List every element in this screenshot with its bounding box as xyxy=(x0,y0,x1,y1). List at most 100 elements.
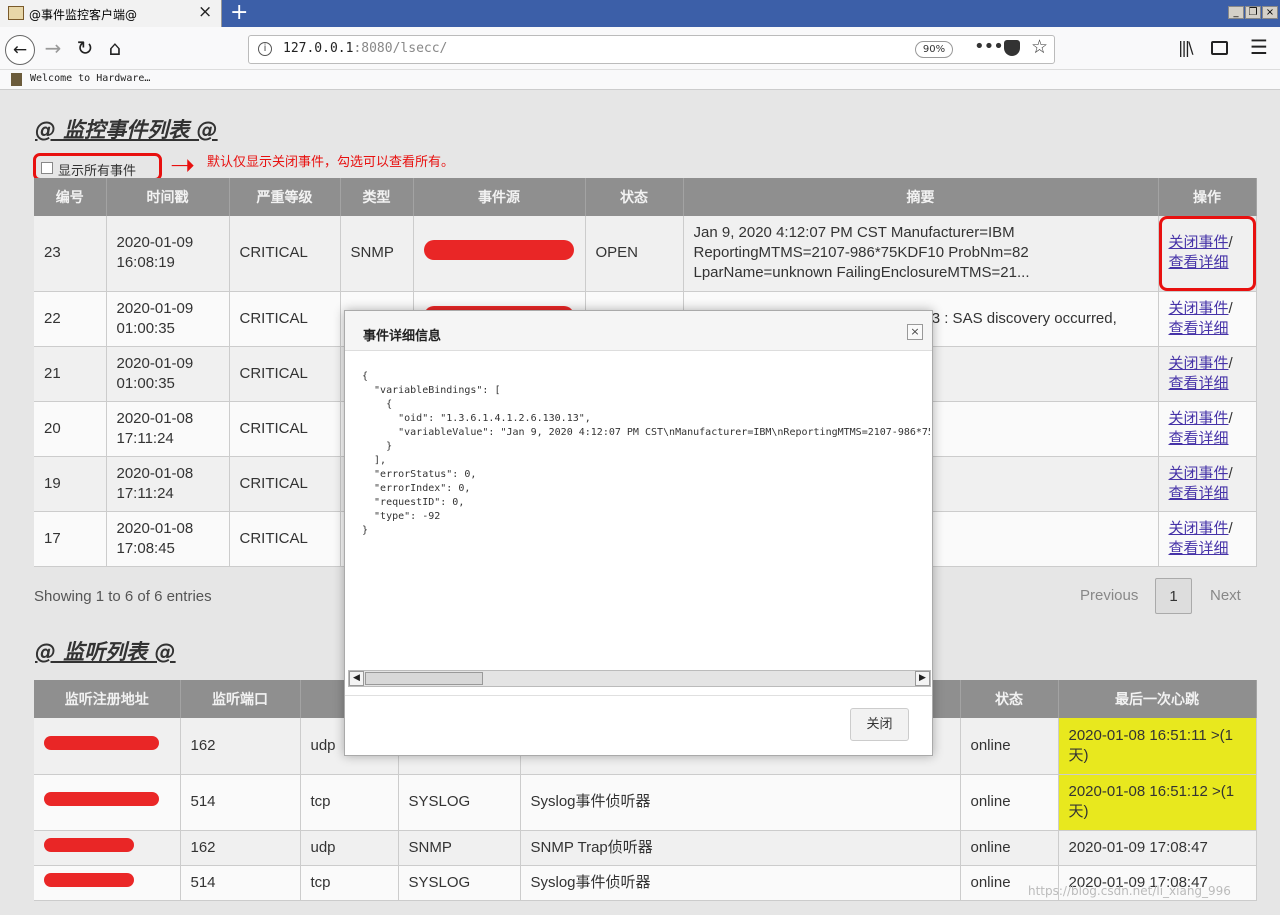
listeners-col-header[interactable]: 最后一次心跳 xyxy=(1058,680,1257,718)
event-timestamp: 2020-01-09 01:00:35 xyxy=(106,291,230,347)
events-col-header[interactable]: 状态 xyxy=(585,178,684,216)
view-detail-link[interactable]: 查看详细 xyxy=(1169,485,1229,502)
action-separator: / xyxy=(1228,299,1233,317)
url-text[interactable]: 127.0.0.1:8080/lsecc/ xyxy=(283,41,447,56)
event-time: 16:08:19 xyxy=(116,254,175,272)
url-bar[interactable]: i 127.0.0.1:8080/lsecc/ 90% ••• ☆ xyxy=(248,35,1055,64)
tab-bar: @事件监控客户端@ × + _ ❐ × xyxy=(0,0,1280,27)
event-id: 17 xyxy=(34,511,107,567)
view-detail-link[interactable]: 查看详细 xyxy=(1169,320,1229,337)
scroll-thumb[interactable] xyxy=(365,672,483,685)
library-icon[interactable]: |||\ xyxy=(1178,38,1194,57)
event-date: 2020-01-09 xyxy=(116,354,194,372)
close-event-link[interactable]: 关闭事件 xyxy=(1169,300,1229,317)
event-detail-modal: 事件详细信息 × { "variableBindings": [ { "oid"… xyxy=(344,310,933,756)
window-controls: _ ❐ × xyxy=(1227,0,1278,19)
event-timestamp: 2020-01-08 17:08:45 xyxy=(106,511,230,567)
info-icon[interactable]: i xyxy=(258,42,272,56)
action-separator: / xyxy=(1228,519,1233,537)
hamburger-menu-icon[interactable]: ☰ xyxy=(1250,35,1268,59)
tab-close-icon[interactable]: × xyxy=(198,2,212,22)
bookmarks-bar: Welcome to Hardware… xyxy=(0,70,1280,90)
restore-button[interactable]: ❐ xyxy=(1245,6,1261,19)
minimize-button[interactable]: _ xyxy=(1228,6,1244,19)
events-col-header[interactable]: 类型 xyxy=(340,178,414,216)
listener-protocol: tcp xyxy=(300,774,399,831)
view-detail-link[interactable]: 查看详细 xyxy=(1169,540,1229,557)
pocket-icon[interactable] xyxy=(1004,40,1020,56)
event-time: 17:11:24 xyxy=(116,484,174,502)
bookmark-star-icon[interactable]: ☆ xyxy=(1031,36,1048,58)
events-col-header[interactable]: 编号 xyxy=(34,178,107,216)
event-actions: 关闭事件/ 查看详细 xyxy=(1158,346,1257,402)
event-actions: 关闭事件/ 查看详细 xyxy=(1158,291,1257,347)
bookmark-item[interactable]: Welcome to Hardware… xyxy=(30,73,150,84)
action-separator: / xyxy=(1228,409,1233,427)
url-host: 127.0.0.1 xyxy=(283,41,354,56)
listener-port: 514 xyxy=(180,774,301,831)
events-col-header[interactable]: 事件源 xyxy=(413,178,586,216)
listeners-col-header[interactable]: 监听端口 xyxy=(180,680,301,718)
event-source xyxy=(413,216,586,292)
close-event-link[interactable]: 关闭事件 xyxy=(1169,410,1229,427)
event-severity: CRITICAL xyxy=(229,511,341,567)
listeners-col-header[interactable]: 状态 xyxy=(960,680,1059,718)
event-actions: 关闭事件/ 查看详细 xyxy=(1158,456,1257,512)
modal-close-button[interactable]: 关闭 xyxy=(850,708,909,741)
modal-close-icon[interactable]: × xyxy=(907,324,923,340)
red-arrow-icon: ➝ xyxy=(170,148,196,183)
event-id: 21 xyxy=(34,346,107,402)
zoom-level[interactable]: 90% xyxy=(915,41,953,58)
reload-icon[interactable]: ↻ xyxy=(72,36,98,62)
next-page-button[interactable]: Next xyxy=(1210,578,1241,614)
browser-tab[interactable]: @事件监控客户端@ × xyxy=(0,0,222,27)
close-event-link[interactable]: 关闭事件 xyxy=(1169,520,1229,537)
event-summary: Jan 9, 2020 4:12:07 PM CST Manufacturer=… xyxy=(693,224,1030,282)
event-severity: CRITICAL xyxy=(229,291,341,347)
listeners-col-header[interactable]: 监听注册地址 xyxy=(34,680,181,718)
view-detail-link[interactable]: 查看详细 xyxy=(1169,430,1229,447)
page-actions-icon[interactable]: ••• xyxy=(974,36,1004,57)
page-1-button[interactable]: 1 xyxy=(1155,578,1192,614)
show-all-label[interactable]: 显示所有事件 xyxy=(58,160,136,179)
sidebar-icon[interactable] xyxy=(1211,41,1228,55)
action-separator: / xyxy=(1228,234,1233,252)
forward-icon[interactable]: → xyxy=(40,36,66,62)
close-event-link[interactable]: 关闭事件 xyxy=(1169,355,1229,372)
window-close-button[interactable]: × xyxy=(1262,6,1278,19)
event-timestamp: 2020-01-09 16:08:19 xyxy=(106,216,230,292)
event-timestamp: 2020-01-09 01:00:35 xyxy=(106,346,230,402)
listener-description: Syslog事件侦听器 xyxy=(520,774,961,831)
events-col-header[interactable]: 摘要 xyxy=(683,178,1159,216)
listener-row: 162 udp SNMP SNMP Trap侦听器 online 2020-01-09 1… xyxy=(34,830,1257,866)
close-event-link[interactable]: 关闭事件 xyxy=(1169,234,1229,251)
events-col-header[interactable]: 严重等级 xyxy=(229,178,341,216)
events-col-header[interactable]: 时间戳 xyxy=(106,178,230,216)
event-actions: 关闭事件/ 查看详细 xyxy=(1158,216,1257,292)
close-event-link[interactable]: 关闭事件 xyxy=(1169,465,1229,482)
listener-heartbeat: 2020-01-09 17:08:47 xyxy=(1058,830,1257,866)
redaction-scribble xyxy=(44,837,134,852)
event-severity: CRITICAL xyxy=(229,401,341,457)
previous-page-button[interactable]: Previous xyxy=(1080,578,1138,614)
view-detail-link[interactable]: 查看详细 xyxy=(1169,375,1229,392)
events-col-header[interactable]: 操作 xyxy=(1158,178,1257,216)
tab-title: @事件监控客户端@ xyxy=(29,8,138,22)
show-all-checkbox[interactable] xyxy=(41,162,53,174)
redaction-scribble xyxy=(423,240,574,261)
event-time: 01:00:35 xyxy=(116,374,175,392)
listener-status: online xyxy=(960,830,1059,866)
scroll-left-icon[interactable]: ◀ xyxy=(349,671,364,686)
modal-footer: 关闭 xyxy=(345,695,932,755)
new-tab-button[interactable]: + xyxy=(230,0,248,25)
redaction-scribble xyxy=(44,792,159,806)
home-icon[interactable]: ⌂ xyxy=(102,36,128,62)
scroll-right-icon[interactable]: ▶ xyxy=(915,671,930,686)
back-icon[interactable]: ← xyxy=(5,35,35,65)
modal-title: 事件详细信息 xyxy=(363,329,442,344)
horizontal-scrollbar[interactable]: ◀ ▶ xyxy=(348,670,931,687)
view-detail-link[interactable]: 查看详细 xyxy=(1169,254,1229,271)
listener-protocol: tcp xyxy=(300,865,399,901)
modal-header: 事件详细信息 × xyxy=(345,311,932,351)
listener-description: Syslog事件侦听器 xyxy=(520,865,961,901)
